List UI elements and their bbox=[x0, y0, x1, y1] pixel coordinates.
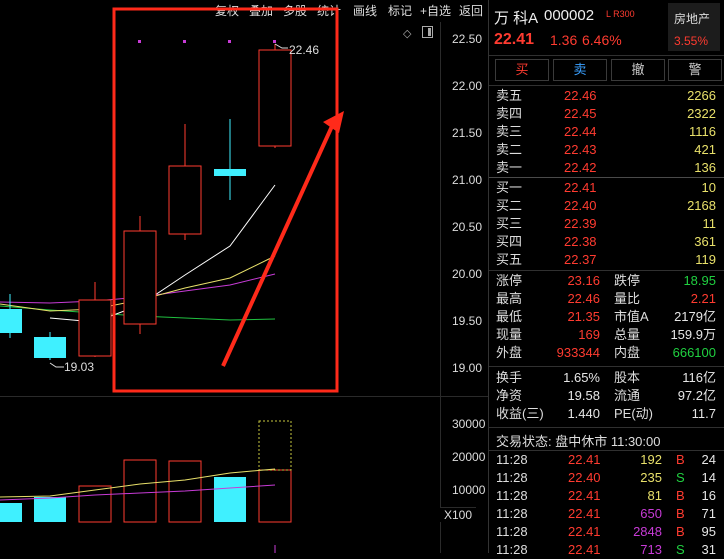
price-tick: 19.50 bbox=[452, 314, 483, 328]
price-axis-separator bbox=[440, 22, 441, 553]
trade-row: 11:28 22.41 2848 B 95 bbox=[496, 524, 716, 539]
signal-dot bbox=[273, 40, 276, 43]
stat-row: 换手 1.65% 股本 116亿 bbox=[496, 370, 716, 385]
annotation-arrow bbox=[221, 123, 335, 367]
ask-row[interactable]: 卖三 22.44 1116 bbox=[496, 123, 718, 141]
stock-code: 000002 bbox=[544, 7, 595, 24]
volume-bar bbox=[0, 503, 22, 522]
price-tick: 22.00 bbox=[452, 79, 483, 93]
low-marker-arrow bbox=[49, 362, 64, 368]
candle[interactable] bbox=[78, 282, 112, 357]
price-tick: 22.50 bbox=[452, 32, 483, 46]
buy-button[interactable]: 买 bbox=[495, 59, 549, 81]
bid-ask-divider bbox=[489, 177, 724, 178]
volume-bar bbox=[258, 469, 292, 523]
stat-row: 收益(三) 1.440 PE(动) 11.7 bbox=[496, 406, 716, 421]
volume-bar-forecast bbox=[258, 420, 292, 471]
high-marker-arrow bbox=[274, 43, 288, 49]
sector-name: 房地产 bbox=[674, 12, 711, 26]
stat-row: 净资 19.58 流通 97.2亿 bbox=[496, 388, 716, 403]
ask-row[interactable]: 卖四 22.45 2322 bbox=[496, 105, 718, 123]
stat-row: 最低 21.35 市值A 2179亿 bbox=[496, 309, 716, 324]
trade-row: 11:28 22.41 713 S 31 bbox=[496, 542, 716, 557]
sector-box[interactable]: 房地产 3.55% bbox=[668, 3, 720, 51]
kline-chart[interactable] bbox=[0, 0, 440, 553]
ask-row[interactable]: 卖二 22.43 421 bbox=[496, 141, 718, 159]
sector-change-pct: 3.55% bbox=[674, 34, 709, 48]
last-price: 22.41 bbox=[494, 31, 535, 48]
back-button[interactable]: 返回 bbox=[459, 2, 483, 20]
annotation-arrowhead bbox=[323, 111, 344, 133]
trade-row: 11:28 22.40 235 S 14 bbox=[496, 470, 716, 485]
cancel-order-button[interactable]: 撤 bbox=[611, 59, 665, 81]
volume-tick: 10000 bbox=[452, 483, 486, 497]
stat-row: 现量 169 总量 159.9万 bbox=[496, 327, 716, 342]
signal-dot bbox=[138, 40, 141, 43]
bid-row[interactable]: 买一 22.41 10 bbox=[496, 179, 718, 197]
price-change-pct: 6.46% bbox=[582, 32, 622, 48]
ask-row[interactable]: 卖五 22.46 2266 bbox=[496, 87, 718, 105]
stock-tags: L R300 bbox=[606, 9, 635, 19]
volume-bar bbox=[34, 497, 66, 522]
price-tick: 21.50 bbox=[452, 126, 483, 140]
trade-row: 11:28 22.41 650 B 71 bbox=[496, 506, 716, 521]
volume-bar bbox=[123, 459, 157, 523]
candle[interactable] bbox=[123, 216, 157, 334]
high-price-label: 22.46 bbox=[289, 43, 320, 57]
candle[interactable] bbox=[34, 332, 66, 360]
price-tick: 20.50 bbox=[452, 220, 483, 234]
bid-row[interactable]: 买四 22.38 361 bbox=[496, 233, 718, 251]
price-tick: 19.00 bbox=[452, 361, 483, 375]
volume-tick: 20000 bbox=[452, 450, 486, 464]
volume-tick: 30000 bbox=[452, 417, 486, 431]
signal-dot bbox=[183, 40, 186, 43]
chart-panel[interactable]: 复权 叠加 多股 统计 画线 标记 +自选 返回 ◇ 22.50 22.00 2… bbox=[0, 0, 488, 553]
volume-bar bbox=[214, 477, 246, 522]
bid-row[interactable]: 买三 22.39 11 bbox=[496, 215, 718, 233]
sell-button[interactable]: 卖 bbox=[553, 59, 607, 81]
stat-row: 涨停 23.16 跌停 18.95 bbox=[496, 273, 716, 288]
volume-unit-label: X100 bbox=[440, 507, 477, 522]
price-tick: 20.00 bbox=[452, 267, 483, 281]
stock-name: 万 科A bbox=[494, 10, 539, 27]
trade-status: 交易状态: 盘中休市 11:30:00 bbox=[496, 434, 661, 449]
trade-row: 11:28 22.41 81 B 16 bbox=[496, 488, 716, 503]
bid-row[interactable]: 买二 22.40 2168 bbox=[496, 197, 718, 215]
candle[interactable] bbox=[0, 294, 22, 338]
ask-row[interactable]: 卖一 22.42 136 bbox=[496, 159, 718, 177]
price-tick: 21.00 bbox=[452, 173, 483, 187]
stat-row: 最高 22.46 量比 2.21 bbox=[496, 291, 716, 306]
bid-row[interactable]: 买五 22.37 119 bbox=[496, 251, 718, 269]
annotation-box bbox=[112, 7, 339, 393]
stat-row: 外盘 933344 内盘 666100 bbox=[496, 345, 716, 360]
signal-dot bbox=[228, 40, 231, 43]
low-price-label: 19.03 bbox=[64, 360, 95, 374]
trade-row: 11:28 22.41 192 B 24 bbox=[496, 452, 716, 467]
price-change: 1.36 bbox=[550, 32, 578, 48]
candle[interactable] bbox=[214, 119, 246, 200]
candle[interactable] bbox=[258, 44, 292, 148]
alert-button[interactable]: 警 bbox=[668, 59, 722, 81]
candle[interactable] bbox=[168, 124, 202, 240]
